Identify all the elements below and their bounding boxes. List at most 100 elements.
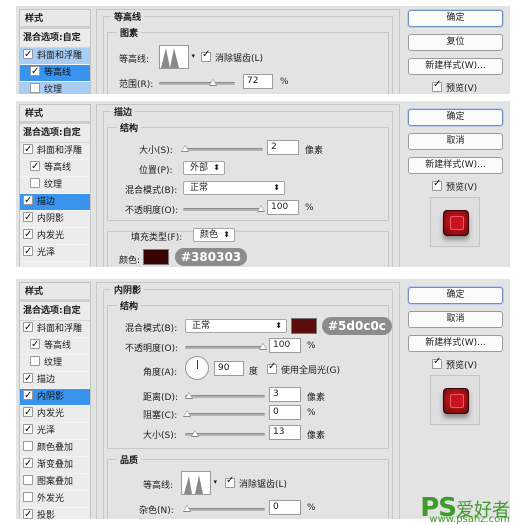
- fill-type-select[interactable]: 颜色 ⬍: [193, 228, 235, 242]
- size-input[interactable]: 2: [267, 140, 299, 155]
- antialias-checkbox[interactable]: 消除锯齿(L): [201, 49, 263, 64]
- checkbox-stroke[interactable]: [23, 370, 33, 387]
- size-slider[interactable]: [181, 145, 263, 152]
- contour-picker[interactable]: ▾: [159, 45, 195, 69]
- stepper-arrows-icon: ⬍: [275, 321, 282, 330]
- checkbox-bevel-emboss[interactable]: [23, 319, 33, 336]
- checkbox-contour[interactable]: [30, 336, 40, 353]
- checkbox-antialias[interactable]: [225, 475, 235, 488]
- blend-mode-value: 正常: [190, 183, 209, 193]
- checkbox-outer-glow[interactable]: [23, 492, 33, 502]
- checkbox-contour[interactable]: [30, 158, 40, 175]
- opacity-input[interactable]: 100: [267, 200, 299, 215]
- range-slider[interactable]: [159, 79, 235, 86]
- shadow-color-swatch[interactable]: [291, 318, 317, 334]
- opacity-unit: %: [305, 203, 314, 213]
- checkbox-preview[interactable]: [432, 178, 442, 191]
- contour-picker[interactable]: ▾: [181, 471, 217, 495]
- range-slider-thumb[interactable]: [209, 79, 217, 86]
- checkbox-drop-shadow[interactable]: [23, 506, 33, 519]
- choke-input[interactable]: 0: [269, 405, 301, 420]
- checkbox-texture[interactable]: [30, 178, 40, 188]
- noise-input[interactable]: 0: [269, 500, 301, 515]
- sidebar-item-gradient-overlay[interactable]: 渐变叠加: [20, 455, 90, 474]
- sidebar-item-contour[interactable]: 等高线: [20, 158, 90, 177]
- checkbox-inner-glow[interactable]: [23, 404, 33, 421]
- range-input[interactable]: 72: [243, 74, 273, 89]
- range-label: 范围(R):: [119, 80, 154, 90]
- new-style-button[interactable]: 新建样式(W)...: [408, 58, 503, 75]
- checkbox-antialias[interactable]: [201, 49, 211, 62]
- opacity-input[interactable]: 100: [269, 338, 301, 353]
- checkbox-gradient-overlay[interactable]: [23, 455, 33, 472]
- noise-slider-thumb[interactable]: [183, 505, 191, 512]
- cancel-button[interactable]: 取消: [408, 133, 503, 150]
- checkbox-inner-shadow[interactable]: [23, 209, 33, 226]
- position-select[interactable]: 外部 ⬍: [183, 161, 225, 175]
- ok-button[interactable]: 确定: [408, 287, 503, 304]
- sidebar-item-contour[interactable]: 等高线: [20, 63, 90, 82]
- checkbox-bevel-emboss[interactable]: [23, 46, 33, 63]
- new-style-button[interactable]: 新建样式(W)...: [408, 157, 503, 174]
- distance-input[interactable]: 3: [269, 387, 301, 402]
- group-title: 结构: [117, 299, 142, 312]
- red-button-preview-icon: [443, 210, 469, 236]
- choke-slider-thumb[interactable]: [183, 410, 191, 417]
- sidebar-item-contour[interactable]: 等高线: [20, 336, 90, 355]
- ok-button[interactable]: 确定: [408, 109, 503, 126]
- preview-checkbox[interactable]: 预览(V): [432, 178, 477, 193]
- checkbox-pattern-overlay[interactable]: [23, 475, 33, 485]
- blend-mode-select[interactable]: 正常 ⬍: [185, 319, 287, 333]
- size-label: 大小(S):: [143, 431, 177, 441]
- preview-checkbox[interactable]: 预览(V): [432, 79, 477, 94]
- opacity-slider[interactable]: [183, 205, 265, 212]
- size-slider-thumb[interactable]: [191, 430, 199, 437]
- layer-style-dialog-contour: 样式 混合选项:自定 斜面和浮雕 等高线 纹理 等高线 图素 等高线: ▾ 消除…: [16, 6, 510, 94]
- opacity-slider[interactable]: [185, 343, 267, 350]
- distance-slider-thumb[interactable]: [185, 392, 193, 399]
- checkbox-inner-shadow[interactable]: [23, 387, 33, 404]
- angle-input[interactable]: 90: [214, 361, 244, 376]
- chevron-down-icon[interactable]: ▾: [191, 52, 195, 60]
- sidebar-item-pattern-overlay[interactable]: 图案叠加: [20, 474, 90, 491]
- checkbox-texture[interactable]: [30, 356, 40, 366]
- new-style-button[interactable]: 新建样式(W)...: [408, 335, 503, 352]
- choke-slider[interactable]: [183, 410, 265, 417]
- reset-button[interactable]: 复位: [408, 34, 503, 51]
- chevron-down-icon[interactable]: ▾: [213, 478, 217, 486]
- checkbox-preview[interactable]: [432, 356, 442, 369]
- noise-label: 杂色(N):: [139, 506, 174, 516]
- size-input[interactable]: 13: [269, 425, 301, 440]
- ok-button[interactable]: 确定: [408, 10, 503, 27]
- styles-sidebar: 样式 混合选项:自定 斜面和浮雕 等高线 纹理 描边 内阴影 内发光 光泽: [19, 104, 91, 267]
- checkbox-preview[interactable]: [432, 79, 442, 92]
- checkbox-inner-glow[interactable]: [23, 226, 33, 243]
- checkbox-stroke[interactable]: [23, 192, 33, 209]
- layer-style-dialog-inner-shadow: 样式 混合选项:自定 斜面和浮雕 等高线 纹理 描边 内阴影 内发光 光泽 颜色…: [16, 279, 510, 519]
- opacity-slider-thumb[interactable]: [257, 205, 265, 212]
- sidebar-item-texture[interactable]: 纹理: [20, 82, 90, 94]
- checkbox-global-light[interactable]: [267, 361, 277, 374]
- global-light-checkbox[interactable]: 使用全局光(G): [267, 361, 340, 376]
- noise-slider[interactable]: [183, 505, 265, 512]
- preview-checkbox[interactable]: 预览(V): [432, 356, 477, 371]
- opacity-slider-thumb[interactable]: [259, 343, 267, 350]
- antialias-checkbox[interactable]: 消除锯齿(L): [225, 475, 287, 490]
- color-hex-badge: #5d0c0c: [322, 317, 392, 335]
- blend-mode-select[interactable]: 正常 ⬍: [183, 181, 285, 195]
- cancel-button[interactable]: 取消: [408, 311, 503, 328]
- sidebar-item-satin[interactable]: 光泽: [20, 243, 90, 262]
- angle-dial[interactable]: [185, 356, 209, 380]
- size-slider[interactable]: [185, 430, 265, 437]
- sidebar-item-satin[interactable]: 光泽: [20, 421, 90, 440]
- checkbox-satin[interactable]: [23, 243, 33, 260]
- checkbox-texture[interactable]: [30, 83, 40, 93]
- size-slider-thumb[interactable]: [181, 145, 189, 152]
- checkbox-bevel-emboss[interactable]: [23, 141, 33, 158]
- sidebar-item-drop-shadow[interactable]: 投影: [20, 506, 90, 519]
- color-swatch[interactable]: [143, 249, 169, 265]
- checkbox-contour[interactable]: [30, 63, 40, 80]
- checkbox-color-overlay[interactable]: [23, 441, 33, 451]
- checkbox-satin[interactable]: [23, 421, 33, 438]
- distance-slider[interactable]: [185, 392, 265, 399]
